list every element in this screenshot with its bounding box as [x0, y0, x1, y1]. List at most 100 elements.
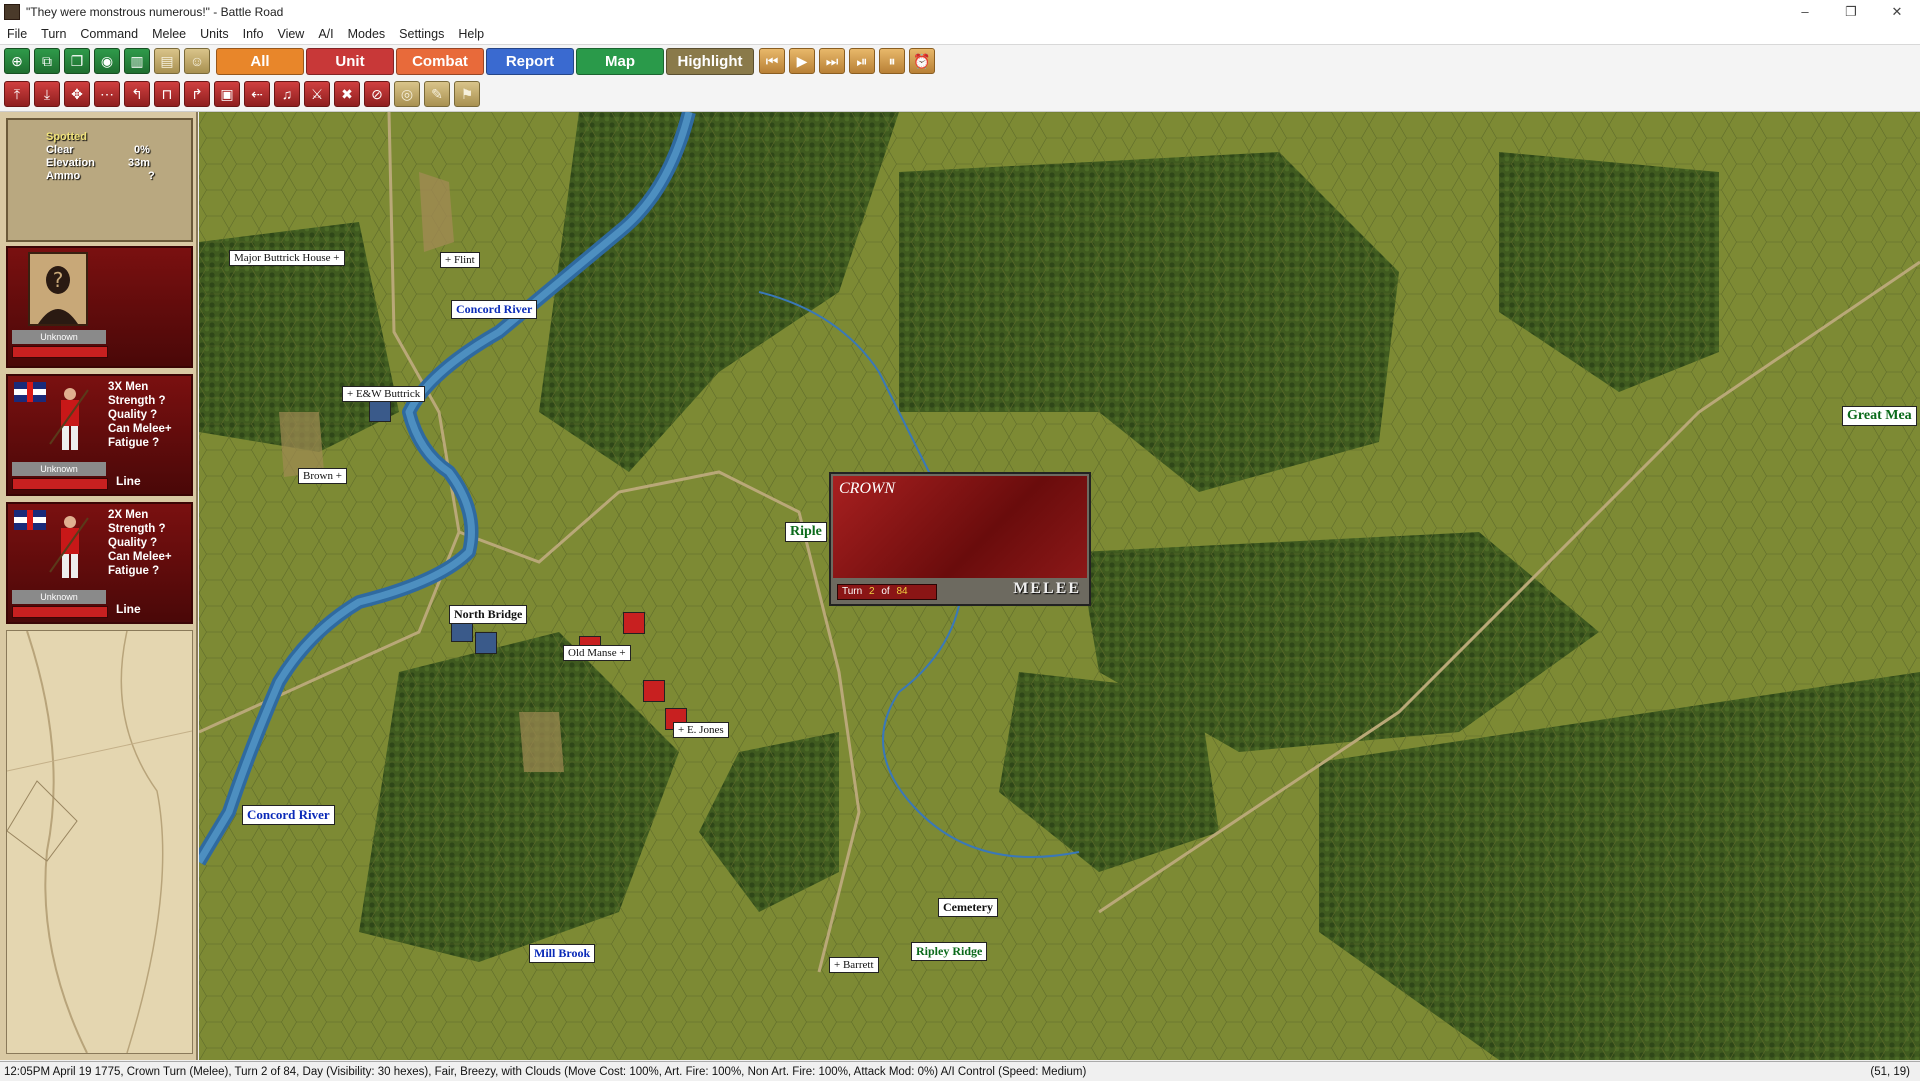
menu-ai[interactable]: A/I — [311, 27, 340, 41]
melee-dialog[interactable]: CROWN Turn 2 of 84 MELEE — [829, 472, 1091, 606]
mode-all-button[interactable]: All — [216, 48, 304, 75]
menu-units[interactable]: Units — [193, 27, 235, 41]
app-icon — [4, 3, 20, 20]
eye-icon[interactable]: ◉ — [94, 48, 120, 74]
spread-icon[interactable]: ✥ — [64, 81, 90, 107]
rewind-icon[interactable]: ⏮ — [759, 48, 785, 74]
map-icon[interactable]: ▥ — [124, 48, 150, 74]
move-up-icon[interactable]: ⤒ — [4, 81, 30, 107]
play-icon[interactable]: ▶ — [789, 48, 815, 74]
alarm-icon[interactable]: ⏰ — [909, 48, 935, 74]
unit-card-1[interactable]: 3X Men Strength ? Quality ? Can Melee+ F… — [6, 374, 193, 496]
unit-quality: Quality ? — [108, 409, 158, 421]
unit-strength: Strength ? — [108, 523, 166, 535]
label-mill-brook: Mill Brook — [529, 944, 596, 963]
melee-icon[interactable]: ⚔ — [304, 81, 330, 107]
square-icon[interactable]: ▣ — [214, 81, 240, 107]
mode-highlight-button[interactable]: Highlight — [666, 48, 754, 75]
turn-left-icon[interactable]: ↰ — [124, 81, 150, 107]
unit-melee: Can Melee+ — [108, 551, 172, 563]
prohibit-icon[interactable]: ⊘ — [364, 81, 390, 107]
unit-melee: Can Melee+ — [108, 423, 172, 435]
menu-info[interactable]: Info — [236, 27, 271, 41]
minimize-button[interactable]: – — [1782, 0, 1828, 23]
label-flint: + Flint — [440, 252, 480, 268]
menu-command[interactable]: Command — [73, 27, 145, 41]
mini-map-drawing — [6, 630, 193, 1054]
unit-card-2[interactable]: 2X Men Strength ? Quality ? Can Melee+ F… — [6, 502, 193, 624]
menu-modes[interactable]: Modes — [341, 27, 393, 41]
label-ew-buttrick: + E&W Buttrick — [342, 386, 426, 402]
menu-melee[interactable]: Melee — [145, 27, 193, 41]
redcoat-icon — [49, 516, 89, 578]
move-down-icon[interactable]: ⤓ — [34, 81, 60, 107]
american-unit-counter[interactable] — [369, 400, 391, 422]
close-button[interactable]: ✕ — [1874, 0, 1920, 23]
about-face-icon[interactable]: ⊓ — [154, 81, 180, 107]
unit-men: 3X Men — [108, 381, 149, 393]
unit-men: 2X Men — [108, 509, 149, 521]
copy-icon[interactable]: ❐ — [64, 48, 90, 74]
hex-terrain-value: 0% — [134, 144, 150, 156]
unit-fatigue: Fatigue ? — [108, 437, 160, 449]
svg-text:?: ? — [53, 268, 64, 292]
melee-turn-indicator: Turn 2 of 84 — [837, 584, 937, 600]
disabled-3-icon[interactable]: ⚑ — [454, 81, 480, 107]
disabled-1-icon[interactable]: ◎ — [394, 81, 420, 107]
window-title: "They were monstrous numerous!" - Battle… — [26, 4, 284, 19]
label-old-manse: Old Manse + — [563, 645, 631, 661]
title-bar: "They were monstrous numerous!" - Battle… — [0, 0, 1920, 24]
unit-strength: Strength ? — [108, 395, 166, 407]
more-icon[interactable]: ⋯ — [94, 81, 120, 107]
label-great-meadow: Great Mea — [1842, 406, 1917, 426]
leader-portrait: ? — [28, 252, 88, 326]
melee-banner-image: CROWN — [833, 476, 1087, 578]
melee-side: CROWN — [839, 480, 895, 497]
american-unit-counter[interactable] — [475, 632, 497, 654]
bugle-icon[interactable]: ♫ — [274, 81, 300, 107]
cancel-icon[interactable]: ✖ — [334, 81, 360, 107]
label-north-bridge: North Bridge — [449, 605, 528, 624]
leader-card[interactable]: ? Unknown — [6, 246, 193, 368]
turn-label: Turn — [842, 586, 863, 597]
retreat-icon[interactable]: ⇠ — [244, 81, 270, 107]
menu-help[interactable]: Help — [451, 27, 491, 41]
label-ripley-ridge: Ripley Ridge — [911, 942, 988, 961]
disabled-2-icon[interactable]: ✎ — [424, 81, 450, 107]
hex-ammo-label: Ammo — [46, 170, 81, 182]
hex-elevation-label: Elevation — [46, 157, 95, 169]
display-icon[interactable]: ▤ — [154, 48, 180, 74]
status-text: 12:05PM April 19 1775, Crown Turn (Melee… — [4, 1065, 1087, 1078]
hex-coordinates: (51, 19) — [1870, 1065, 1910, 1078]
redcoat-icon — [49, 388, 89, 450]
mode-map-button[interactable]: Map — [576, 48, 664, 75]
british-unit-counter[interactable] — [623, 612, 645, 634]
mode-report-button[interactable]: Report — [486, 48, 574, 75]
turn-number: 2 — [868, 586, 875, 597]
mode-combat-button[interactable]: Combat — [396, 48, 484, 75]
skip-icon[interactable]: ⏯ — [849, 48, 875, 74]
pause-icon[interactable]: ⏸ — [879, 48, 905, 74]
turn-right-icon[interactable]: ↱ — [184, 81, 210, 107]
windows-icon[interactable]: ⧉ — [34, 48, 60, 74]
menu-turn[interactable]: Turn — [34, 27, 73, 41]
window-controls: – ❐ ✕ — [1782, 0, 1920, 23]
menu-view[interactable]: View — [270, 27, 311, 41]
mode-unit-button[interactable]: Unit — [306, 48, 394, 75]
british-unit-counter[interactable] — [643, 680, 665, 702]
target-icon[interactable]: ⊕ — [4, 48, 30, 74]
unit-formation: Line — [116, 602, 141, 616]
melee-phase-label: MELEE — [1013, 580, 1081, 597]
menu-file[interactable]: File — [0, 27, 34, 41]
command-toolbar: ⤒ ⤓ ✥ ⋯ ↰ ⊓ ↱ ▣ ⇠ ♫ ⚔ ✖ ⊘ ◎ ✎ ⚑ — [0, 78, 1920, 112]
mini-map[interactable] — [6, 630, 193, 1054]
unit-panel: Spotted Clear 0% Elevation 33m Ammo ? ? … — [0, 112, 198, 1060]
hex-elevation: 33m — [128, 157, 151, 169]
label-cemetery: Cemetery — [938, 898, 998, 917]
portrait-icon[interactable]: ☺ — [184, 48, 210, 74]
menu-settings[interactable]: Settings — [392, 27, 451, 41]
step-forward-icon[interactable]: ⏭ — [819, 48, 845, 74]
maximize-button[interactable]: ❐ — [1828, 0, 1874, 23]
label-barrett: + Barrett — [829, 957, 879, 973]
status-bar: 12:05PM April 19 1775, Crown Turn (Melee… — [0, 1061, 1920, 1081]
